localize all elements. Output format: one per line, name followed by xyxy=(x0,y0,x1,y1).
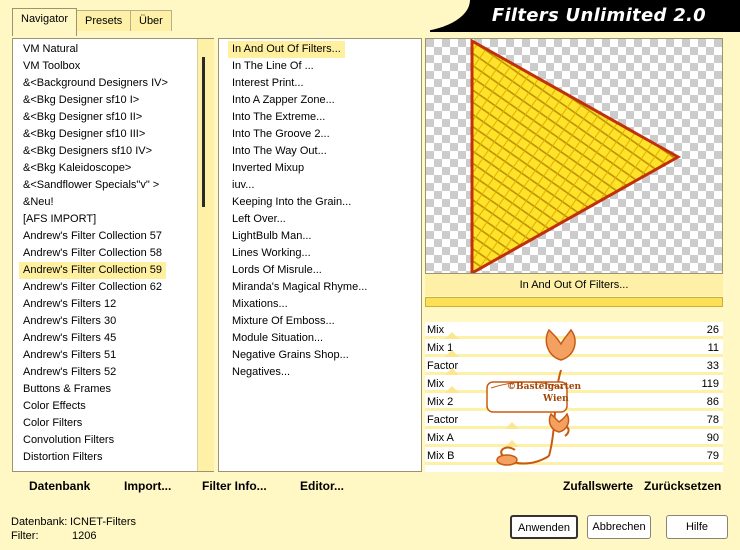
param-value: 119 xyxy=(701,378,719,390)
watermark-flower-logo xyxy=(486,328,576,466)
preview-image xyxy=(426,39,722,273)
param-value: 90 xyxy=(706,432,719,444)
reset-link[interactable]: Zurücksetzen xyxy=(644,479,721,493)
import-link[interactable]: Import... xyxy=(124,479,171,493)
cancel-button[interactable]: Abbrechen xyxy=(587,515,651,539)
selected-filter-name: In And Out Of Filters... xyxy=(425,274,723,296)
category-item[interactable]: &Neu! xyxy=(19,194,54,211)
param-value: 33 xyxy=(706,360,719,372)
filter-item[interactable]: Negatives... xyxy=(228,364,290,381)
category-item[interactable]: Color Filters xyxy=(19,415,82,432)
param-label: Mix xyxy=(427,378,445,390)
filter-item[interactable]: In And Out Of Filters... xyxy=(228,41,345,58)
watermark-text-2: Wien xyxy=(543,394,569,404)
filter-item[interactable]: Lines Working... xyxy=(228,245,311,262)
category-item[interactable]: Andrew's Filters 30 xyxy=(19,313,116,330)
filter-item[interactable]: Miranda's Magical Rhyme... xyxy=(228,279,367,296)
database-label: Datenbank: xyxy=(11,516,68,528)
filter-item[interactable]: Negative Grains Shop... xyxy=(228,347,349,364)
filter-count-value: 1206 xyxy=(72,530,97,542)
filter-item[interactable]: Inverted Mixup xyxy=(228,160,304,177)
category-item[interactable]: Andrew's Filter Collection 59 xyxy=(19,262,167,279)
filter-list[interactable]: In And Out Of Filters... In The Line Of .… xyxy=(218,38,422,472)
filter-item[interactable]: Lords Of Misrule... xyxy=(228,262,322,279)
app-title: Filters Unlimited 2.0 xyxy=(491,5,706,26)
filter-item[interactable]: Into The Groove 2... xyxy=(228,126,330,143)
param-knob[interactable] xyxy=(445,386,459,393)
filter-item[interactable]: Mixations... xyxy=(228,296,288,313)
param-value: 78 xyxy=(706,414,719,426)
filter-item[interactable]: Module Situation... xyxy=(228,330,323,347)
filter-item[interactable]: Interest Print... xyxy=(228,75,304,92)
category-scrollbar[interactable] xyxy=(197,39,214,471)
category-item[interactable]: Andrew's Filters 52 xyxy=(19,364,116,381)
parameter-panel: Mix 26 Mix 1 11 Factor 33 Mix 119 Mix 2 86 Factor 7… xyxy=(425,322,723,472)
category-item[interactable]: &<Bkg Kaleidoscope> xyxy=(19,160,131,177)
category-item[interactable]: &<Bkg Designer sf10 II> xyxy=(19,109,142,126)
category-scroll-thumb[interactable] xyxy=(202,57,205,207)
editor-link[interactable]: Editor... xyxy=(300,479,344,493)
category-item[interactable]: Andrew's Filter Collection 58 xyxy=(19,245,162,262)
database-value: ICNET-Filters xyxy=(70,516,136,528)
category-item[interactable]: &<Bkg Designer sf10 I> xyxy=(19,92,139,109)
param-knob[interactable] xyxy=(445,350,459,357)
tab-presets[interactable]: Presets xyxy=(76,10,132,31)
category-item[interactable]: Distortion Filters xyxy=(19,449,102,466)
param-label: Mix B xyxy=(427,450,455,462)
filter-item[interactable]: Into The Extreme... xyxy=(228,109,325,126)
param-knob[interactable] xyxy=(445,332,459,339)
filter-item[interactable]: Into A Zapper Zone... xyxy=(228,92,335,109)
param-label: Mix A xyxy=(427,432,454,444)
filter-item[interactable]: Mixture Of Emboss... xyxy=(228,313,335,330)
tab-navigator[interactable]: Navigator xyxy=(12,8,78,36)
param-knob[interactable] xyxy=(445,368,459,375)
param-value: 86 xyxy=(706,396,719,408)
progress-bar xyxy=(425,297,723,307)
random-values-link[interactable]: Zufallswerte xyxy=(563,479,633,493)
database-link[interactable]: Datenbank xyxy=(29,479,90,493)
category-item[interactable]: Color Effects xyxy=(19,398,86,415)
category-item[interactable]: VM Natural xyxy=(19,41,78,58)
category-item[interactable]: &<Bkg Designers sf10 IV> xyxy=(19,143,152,160)
category-item[interactable]: VM Toolbox xyxy=(19,58,80,75)
category-item[interactable]: Andrew's Filters 45 xyxy=(19,330,116,347)
tab-bar: Navigator Presets Über xyxy=(0,0,430,36)
category-item[interactable]: Convolution Filters xyxy=(19,432,114,449)
category-item[interactable]: Buttons & Frames xyxy=(19,381,111,398)
filter-item[interactable]: Into The Way Out... xyxy=(228,143,327,160)
category-item[interactable]: [AFS IMPORT] xyxy=(19,211,96,228)
category-item[interactable]: Andrew's Filter Collection 57 xyxy=(19,228,162,245)
param-value: 26 xyxy=(706,324,719,336)
param-value: 11 xyxy=(707,342,719,354)
param-label: Factor xyxy=(427,414,459,426)
preview-pane xyxy=(425,38,723,274)
filter-item[interactable]: In The Line Of ... xyxy=(228,58,314,75)
category-item[interactable]: &<Sandflower Specials"v" > xyxy=(19,177,159,194)
category-item[interactable]: Andrew's Filters 51 xyxy=(19,347,116,364)
filter-count-label: Filter: xyxy=(11,530,39,542)
filter-item[interactable]: Keeping Into the Grain... xyxy=(228,194,351,211)
help-button[interactable]: Hilfe xyxy=(666,515,728,539)
category-item[interactable]: &<Background Designers IV> xyxy=(19,75,168,92)
param-value: 79 xyxy=(706,450,719,462)
tab-ueber[interactable]: Über xyxy=(130,10,172,31)
filter-item[interactable]: LightBulb Man... xyxy=(228,228,312,245)
watermark-text-1: ©Bastelgarten xyxy=(507,382,582,392)
filter-item[interactable]: Left Over... xyxy=(228,211,286,228)
category-item[interactable]: &<Bkg Designer sf10 III> xyxy=(19,126,145,143)
filter-info-link[interactable]: Filter Info... xyxy=(202,479,267,493)
category-list[interactable]: VM Natural VM Toolbox &<Background Designe… xyxy=(12,38,214,472)
filter-item[interactable]: iuv... xyxy=(228,177,254,194)
action-bar: Datenbank Import... Filter Info... Edito… xyxy=(12,474,723,498)
param-label: Mix xyxy=(427,324,445,336)
category-item[interactable]: Andrew's Filter Collection 62 xyxy=(19,279,162,296)
param-label: Mix 2 xyxy=(427,396,454,408)
apply-button[interactable]: Anwenden xyxy=(510,515,578,539)
category-item[interactable]: Andrew's Filters 12 xyxy=(19,296,116,313)
